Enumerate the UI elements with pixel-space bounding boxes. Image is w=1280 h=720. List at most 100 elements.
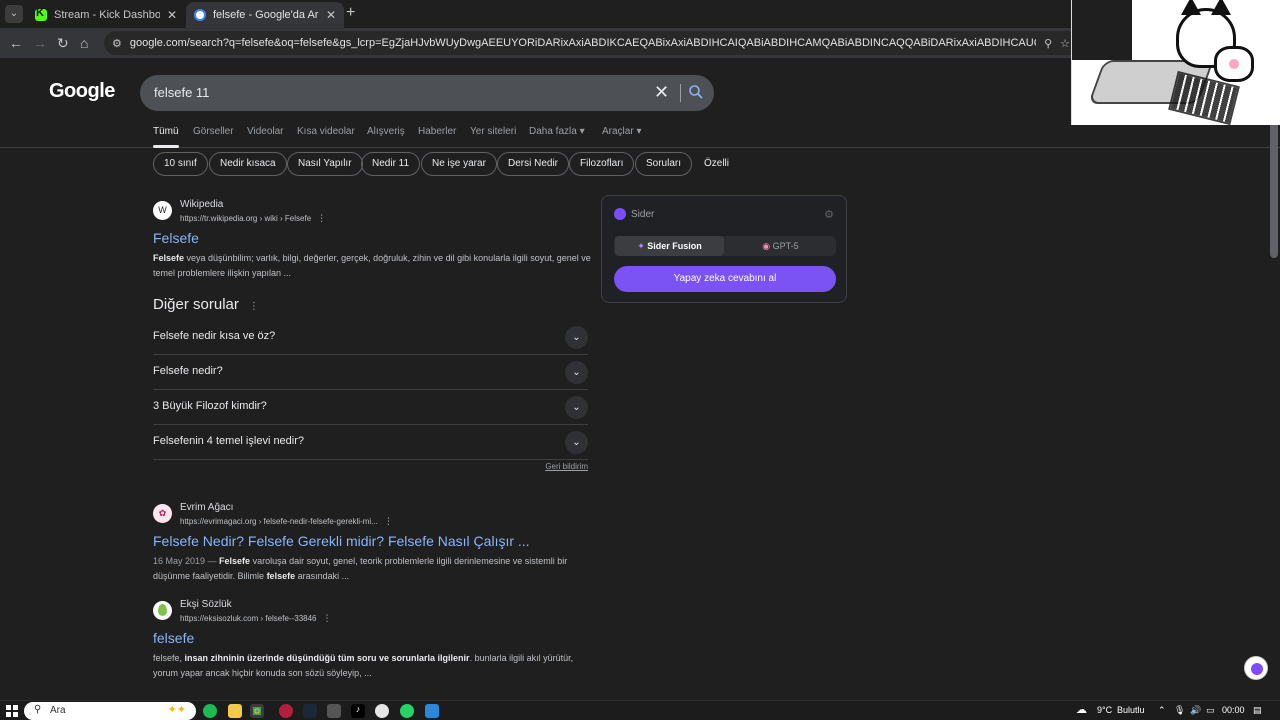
reload-icon[interactable]: ↻ — [57, 34, 69, 52]
tiktok-icon[interactable]: ♪ — [351, 704, 365, 718]
clear-search-icon[interactable]: ✕ — [654, 82, 669, 103]
tab-images[interactable]: Görseller — [193, 126, 234, 137]
chip[interactable]: Ne işe yarar — [421, 152, 497, 176]
tab-short-videos[interactable]: Kısa videolar — [297, 126, 355, 137]
photos-icon[interactable] — [425, 704, 439, 718]
obs-icon[interactable] — [375, 704, 389, 718]
tab-search-chevron-icon[interactable]: ⌄ — [5, 5, 23, 23]
search-results-page: Google felsefe 11 ✕ Tümü Görseller Video… — [0, 58, 1280, 700]
address-bar[interactable]: ⚙ google.com/search?q=felsefe&oq=felsefe… — [104, 31, 1080, 55]
chip[interactable]: Nasıl Yapılır — [287, 152, 363, 176]
chip[interactable]: Nedir 11 — [361, 152, 421, 176]
result-source[interactable]: Ekşi Sözlük https://eksisozluk.com › fel… — [153, 599, 593, 624]
sparkle-icon: ✦ — [637, 241, 645, 251]
chevron-down-icon[interactable]: ⌄ — [565, 361, 588, 384]
model-toggle: ✦ Sider Fusion ◉ GPT-5 — [614, 236, 836, 256]
tab-all[interactable]: Tümü — [153, 126, 179, 148]
paa-question[interactable]: Felsefe nedir kısa ve öz? ⌄ — [153, 320, 588, 355]
chevron-down-icon[interactable]: ⌄ — [565, 326, 588, 349]
search-result: W Wikipedia https://tr.wikipedia.org › w… — [153, 199, 593, 281]
taskbar-clock[interactable]: 00:00 — [1222, 705, 1245, 715]
search-input[interactable]: felsefe 11 — [154, 85, 209, 100]
paa-more-icon[interactable]: ⋮ — [249, 301, 259, 312]
new-tab-plus-icon[interactable]: + — [346, 5, 355, 21]
bookmark-star-icon[interactable]: ☆ — [1060, 37, 1070, 50]
result-title-link[interactable]: felsefe — [153, 630, 593, 646]
file-explorer-icon[interactable] — [228, 704, 242, 718]
chip[interactable]: Filozofları — [569, 152, 635, 176]
home-icon[interactable]: ⌂ — [80, 34, 88, 52]
copilot-sparkle-icon: ✦✦ — [167, 704, 186, 716]
paa-question[interactable]: Felsefe nedir? ⌄ — [153, 355, 588, 390]
overlay-cat-paw — [1214, 46, 1254, 82]
microphone-icon[interactable]: 🎙 — [1174, 705, 1185, 716]
speaker-icon[interactable]: 🔊 — [1190, 705, 1201, 716]
forward-arrow-icon[interactable]: → — [33, 34, 47, 52]
close-tab-icon[interactable]: ✕ — [326, 8, 336, 22]
search-icon[interactable] — [688, 84, 704, 100]
paa-heading-text: Diğer sorular — [153, 296, 239, 313]
browser-tab-google[interactable]: felsefe - Google'da Ara ✕ — [186, 2, 344, 28]
chip[interactable]: Nedir kısaca — [209, 152, 287, 176]
site-info-icon[interactable]: ⚙ — [112, 37, 122, 50]
paa-question-text: Felsefenin 4 temel işlevi nedir? — [153, 435, 305, 447]
back-arrow-icon[interactable]: ← — [9, 34, 23, 52]
paa-question[interactable]: 3 Büyük Filozof kimdir? ⌄ — [153, 390, 588, 425]
location-pin-icon[interactable]: ⚲ — [1044, 37, 1052, 50]
result-site-name: Wikipedia — [180, 199, 224, 210]
model-option-sider-fusion[interactable]: ✦ Sider Fusion — [615, 236, 724, 256]
chip[interactable]: Özelli — [693, 152, 740, 176]
result-title-link[interactable]: Felsefe — [153, 230, 593, 246]
openai-icon: ◉ — [762, 241, 771, 251]
snippet-text: arasındaki ... — [295, 571, 350, 581]
get-ai-answer-button[interactable]: Yapay zeka cevabını al — [614, 266, 836, 292]
chevron-down-icon[interactable]: ⌄ — [565, 396, 588, 419]
result-title-link[interactable]: Felsefe Nedir? Felsefe Gerekli midir? Fe… — [153, 533, 593, 549]
google-favicon-icon — [194, 9, 206, 21]
result-source[interactable]: ✿ Evrim Ağacı https://evrimagaci.org › f… — [153, 502, 593, 527]
tab-places[interactable]: Yer siteleri — [470, 126, 516, 137]
tab-tools[interactable]: Araçlar ▾ — [602, 126, 642, 137]
weather-cloud-icon[interactable]: ☁ — [1076, 703, 1087, 716]
chip[interactable]: 10 sınıf — [153, 152, 208, 176]
result-source[interactable]: W Wikipedia https://tr.wikipedia.org › w… — [153, 199, 593, 224]
more-options-icon[interactable]: ⋮ — [384, 516, 393, 526]
result-site-name: Ekşi Sözlük — [180, 599, 232, 610]
chip[interactable]: Dersi Nedir — [497, 152, 570, 176]
taskbar-search-label: Ara — [50, 705, 66, 716]
tab-news[interactable]: Haberler — [418, 126, 456, 137]
taskbar-search[interactable]: ⚲ Ara ✦✦ — [24, 702, 196, 720]
browser-tab-kick[interactable]: Stream - Kick Dashboard ✕ — [27, 2, 185, 28]
opera-icon[interactable] — [279, 704, 293, 718]
weather-desc[interactable]: Bulutlu — [1117, 705, 1145, 715]
snippet-bold: insan zihninin üzerinde düşündüğü tüm so… — [184, 653, 470, 663]
people-also-ask: Diğer sorular ⋮ Felsefe nedir kısa ve öz?… — [153, 296, 588, 471]
chevron-up-icon[interactable]: ⌃ — [1158, 705, 1166, 716]
more-options-icon[interactable]: ⋮ — [317, 213, 326, 223]
more-options-icon[interactable]: ⋮ — [323, 613, 332, 623]
settings-gear-icon[interactable]: ⚙ — [824, 208, 834, 221]
whatsapp-icon[interactable] — [400, 704, 414, 718]
tab-videos[interactable]: Videolar — [247, 126, 284, 137]
chip[interactable]: Soruları — [635, 152, 693, 176]
sider-float-icon[interactable] — [1244, 656, 1268, 680]
search-result: ✿ Evrim Ağacı https://evrimagaci.org › f… — [153, 502, 593, 584]
battery-icon[interactable]: ▭ — [1206, 705, 1215, 716]
notifications-icon[interactable]: ▤ — [1253, 705, 1262, 716]
close-tab-icon[interactable]: ✕ — [167, 8, 177, 22]
google-logo[interactable]: Google — [49, 80, 115, 103]
paa-question[interactable]: Felsefenin 4 temel işlevi nedir? ⌄ — [153, 425, 588, 460]
weather-temp[interactable]: 9°C — [1097, 705, 1112, 715]
sider-logo-icon — [614, 208, 626, 220]
tab-more[interactable]: Daha fazla ▾ — [529, 126, 585, 137]
search-box[interactable]: felsefe 11 ✕ — [140, 75, 714, 111]
chrome-icon[interactable] — [250, 704, 264, 718]
tab-shopping[interactable]: Alışveriş — [367, 126, 405, 137]
model-option-gpt5[interactable]: ◉ GPT-5 — [726, 236, 835, 256]
steam-icon[interactable] — [303, 704, 317, 718]
windows-start-icon[interactable] — [6, 705, 18, 717]
chevron-down-icon[interactable]: ⌄ — [565, 431, 588, 454]
feedback-link[interactable]: Geri bildirim — [545, 462, 588, 471]
spotify-icon[interactable] — [203, 704, 217, 718]
calculator-icon[interactable] — [327, 704, 341, 718]
